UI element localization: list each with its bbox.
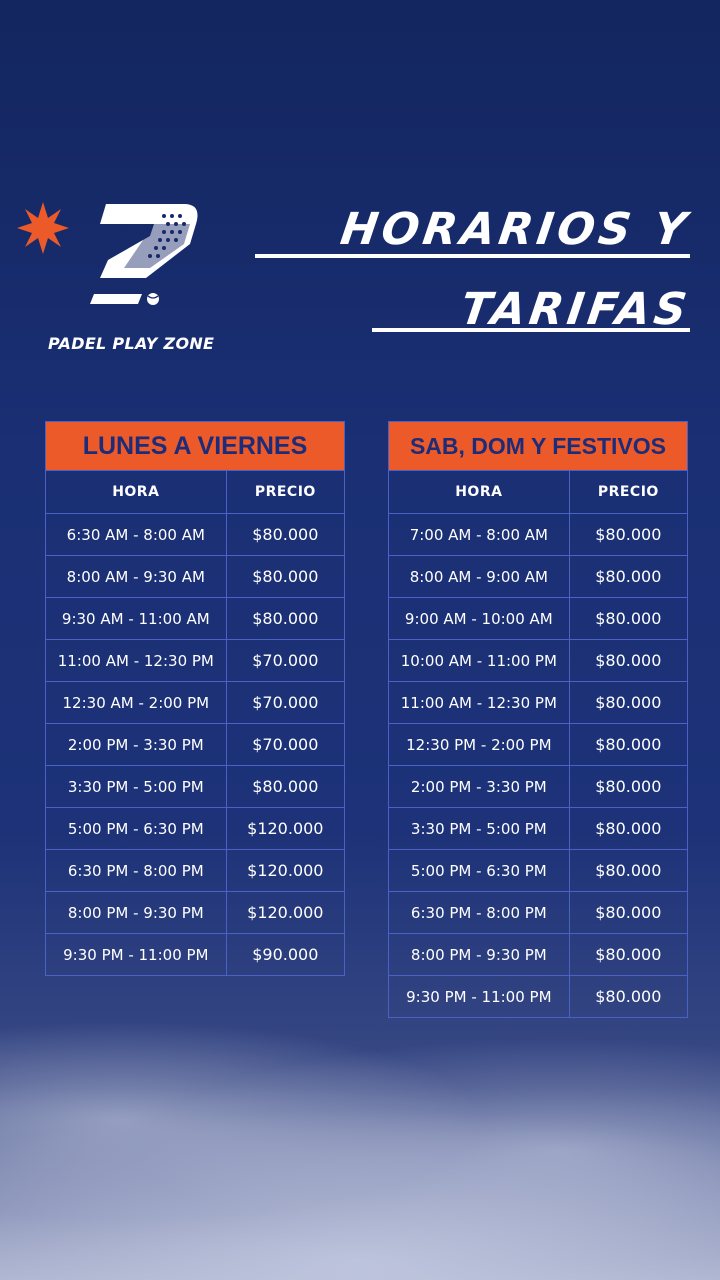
time-slot-cell: 8:00 PM - 9:30 PM <box>388 933 570 976</box>
price-cell: $80.000 <box>225 513 346 556</box>
price-cell: $70.000 <box>225 723 346 766</box>
page-title-line-1: HORARIOS Y <box>337 204 694 255</box>
time-slot-cell: 11:00 AM - 12:30 PM <box>45 639 227 682</box>
table-row: 11:00 AM - 12:30 PM $70.000 <box>45 639 346 682</box>
price-cell: $80.000 <box>568 975 689 1018</box>
price-cell: $120.000 <box>225 807 346 850</box>
time-slot-cell: 9:30 PM - 11:00 PM <box>388 975 570 1018</box>
weekend-price-table: SAB, DOM Y FESTIVOS HORA PRECIO 7:00 AM … <box>388 421 689 1018</box>
time-slot-cell: 8:00 AM - 9:00 AM <box>388 555 570 598</box>
table-row: 12:30 AM - 2:00 PM $70.000 <box>45 681 346 724</box>
time-slot-cell: 2:00 PM - 3:30 PM <box>45 723 227 766</box>
price-cell: $80.000 <box>568 639 689 682</box>
price-cell: $80.000 <box>225 597 346 640</box>
weekend-table-title: SAB, DOM Y FESTIVOS <box>388 421 688 471</box>
table-row: 9:30 PM - 11:00 PM $80.000 <box>388 975 689 1018</box>
table-row: 6:30 AM - 8:00 AM $80.000 <box>45 513 346 556</box>
table-row: 9:30 PM - 11:00 PM $90.000 <box>45 933 346 976</box>
table-row: 2:00 PM - 3:30 PM $80.000 <box>388 765 689 808</box>
price-cell: $80.000 <box>568 681 689 724</box>
table-row: 3:30 PM - 5:00 PM $80.000 <box>388 807 689 850</box>
time-slot-cell: 12:30 AM - 2:00 PM <box>45 681 227 724</box>
time-slot-cell: 12:30 PM - 2:00 PM <box>388 723 570 766</box>
table-row: 5:00 PM - 6:30 PM $120.000 <box>45 807 346 850</box>
logo-7-icon <box>90 204 198 304</box>
table-row: 8:00 AM - 9:00 AM $80.000 <box>388 555 689 598</box>
price-cell: $80.000 <box>225 765 346 808</box>
title-underline-1 <box>255 254 690 258</box>
weekday-col-hora: HORA <box>45 470 227 514</box>
time-slot-cell: 7:00 AM - 8:00 AM <box>388 513 570 556</box>
time-slot-cell: 6:30 PM - 8:00 PM <box>45 849 227 892</box>
table-row: 2:00 PM - 3:30 PM $70.000 <box>45 723 346 766</box>
price-cell: $80.000 <box>568 513 689 556</box>
price-cell: $120.000 <box>225 891 346 934</box>
price-cell: $70.000 <box>225 639 346 682</box>
table-row: 9:00 AM - 10:00 AM $80.000 <box>388 597 689 640</box>
table-row: 11:00 AM - 12:30 PM $80.000 <box>388 681 689 724</box>
time-slot-cell: 8:00 AM - 9:30 AM <box>45 555 227 598</box>
weekend-col-hora: HORA <box>388 470 570 514</box>
price-cell: $80.000 <box>568 723 689 766</box>
time-slot-cell: 5:00 PM - 6:30 PM <box>45 807 227 850</box>
price-cell: $80.000 <box>225 555 346 598</box>
time-slot-cell: 6:30 PM - 8:00 PM <box>388 891 570 934</box>
padel-ball-icon <box>147 293 159 305</box>
table-row: 6:30 PM - 8:00 PM $120.000 <box>45 849 346 892</box>
weekday-price-table: LUNES A VIERNES HORA PRECIO 6:30 AM - 8:… <box>45 421 346 976</box>
table-row: 3:30 PM - 5:00 PM $80.000 <box>45 765 346 808</box>
table-row: 5:00 PM - 6:30 PM $80.000 <box>388 849 689 892</box>
table-row: 8:00 PM - 9:30 PM $80.000 <box>388 933 689 976</box>
weekend-rows: 7:00 AM - 8:00 AM $80.000 8:00 AM - 9:00 A… <box>388 513 689 1018</box>
time-slot-cell: 6:30 AM - 8:00 AM <box>45 513 227 556</box>
price-cell: $80.000 <box>568 891 689 934</box>
time-slot-cell: 9:00 AM - 10:00 AM <box>388 597 570 640</box>
time-slot-cell: 3:30 PM - 5:00 PM <box>388 807 570 850</box>
price-cell: $80.000 <box>568 555 689 598</box>
weekday-table-title: LUNES A VIERNES <box>45 421 345 471</box>
weekday-rows: 6:30 AM - 8:00 AM $80.000 8:00 AM - 9:30 A… <box>45 513 346 976</box>
time-slot-cell: 10:00 AM - 11:00 PM <box>388 639 570 682</box>
time-slot-cell: 5:00 PM - 6:30 PM <box>388 849 570 892</box>
table-row: 7:00 AM - 8:00 AM $80.000 <box>388 513 689 556</box>
time-slot-cell: 3:30 PM - 5:00 PM <box>45 765 227 808</box>
price-cell: $80.000 <box>568 807 689 850</box>
table-row: 6:30 PM - 8:00 PM $80.000 <box>388 891 689 934</box>
star-burst-icon <box>17 202 69 254</box>
title-underline-2 <box>372 328 690 332</box>
time-slot-cell: 9:30 AM - 11:00 AM <box>45 597 227 640</box>
table-row: 12:30 PM - 2:00 PM $80.000 <box>388 723 689 766</box>
price-cell: $90.000 <box>225 933 346 976</box>
table-row: 10:00 AM - 11:00 PM $80.000 <box>388 639 689 682</box>
brand-name: PADEL PLAY ZONE <box>48 334 215 353</box>
price-cell: $80.000 <box>568 765 689 808</box>
price-cell: $80.000 <box>568 849 689 892</box>
time-slot-cell: 11:00 AM - 12:30 PM <box>388 681 570 724</box>
price-cell: $70.000 <box>225 681 346 724</box>
table-row: 9:30 AM - 11:00 AM $80.000 <box>45 597 346 640</box>
weekend-col-precio: PRECIO <box>568 470 689 514</box>
price-cell: $80.000 <box>568 597 689 640</box>
time-slot-cell: 9:30 PM - 11:00 PM <box>45 933 227 976</box>
price-cell: $80.000 <box>568 933 689 976</box>
time-slot-cell: 2:00 PM - 3:30 PM <box>388 765 570 808</box>
time-slot-cell: 8:00 PM - 9:30 PM <box>45 891 227 934</box>
weekday-col-precio: PRECIO <box>225 470 346 514</box>
price-cell: $120.000 <box>225 849 346 892</box>
table-row: 8:00 PM - 9:30 PM $120.000 <box>45 891 346 934</box>
table-row: 8:00 AM - 9:30 AM $80.000 <box>45 555 346 598</box>
